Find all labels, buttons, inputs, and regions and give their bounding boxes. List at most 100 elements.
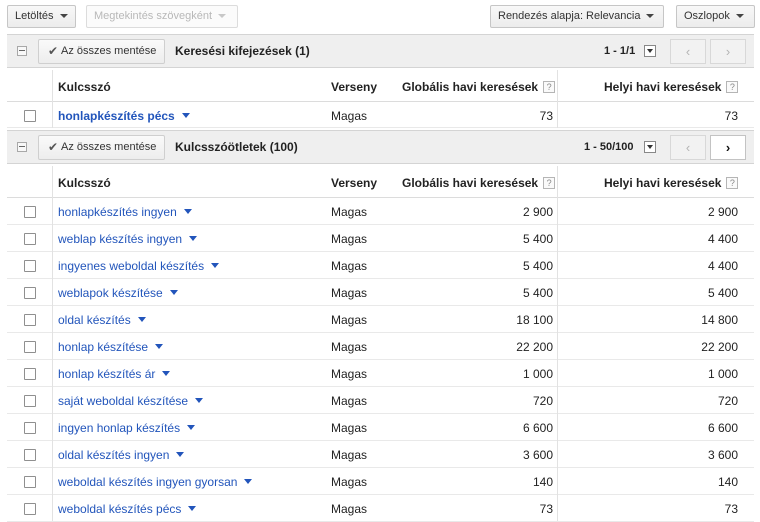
keyword-text: honlapkészítés ingyen [58, 205, 177, 219]
dropdown-arrow-icon[interactable] [187, 425, 196, 430]
pager-dropdown-icon[interactable] [644, 45, 656, 57]
column-header-local[interactable]: Helyi havi keresések? [604, 80, 739, 94]
view-as-text-button[interactable]: Megtekintés szövegként [86, 5, 238, 28]
competition-value: Magas [331, 448, 368, 462]
help-icon[interactable]: ? [726, 177, 739, 189]
help-icon[interactable]: ? [543, 81, 556, 93]
pager-range: 1 - 1/1 [604, 45, 636, 57]
competition-value: Magas [331, 394, 368, 408]
global-searches-value: 1 000 [522, 367, 553, 381]
row-checkbox[interactable] [24, 503, 36, 515]
keyword-link[interactable]: weblap készítés ingyen [58, 232, 198, 246]
global-searches-value: 6 600 [522, 421, 553, 435]
column-header-global[interactable]: Globális havi keresések? [402, 80, 556, 94]
column-header-global[interactable]: Globális havi keresések? [402, 176, 556, 190]
table-row: ingyenes weboldal készítés Magas 5 400 4 40… [7, 252, 754, 279]
row-checkbox[interactable] [24, 206, 36, 218]
help-icon[interactable]: ? [543, 177, 556, 189]
columns-dropdown[interactable]: Oszlopok [676, 5, 755, 28]
column-header-local[interactable]: Helyi havi keresések? [604, 176, 739, 190]
keyword-link[interactable]: ingyenes weboldal készítés [58, 259, 220, 273]
keyword-text: honlap készítése [58, 340, 149, 354]
column-header-competition[interactable]: Verseny [331, 176, 377, 190]
save-all-button[interactable]: ✔ Az összes mentése [38, 135, 165, 160]
table-row: weblap készítés ingyen Magas 5 400 4 400 [7, 225, 754, 252]
row-checkbox[interactable] [24, 260, 36, 272]
keyword-link[interactable]: saját weboldal készítése [58, 394, 204, 408]
global-searches-value: 22 200 [516, 340, 553, 354]
global-searches-value: 140 [532, 475, 553, 489]
download-label: Letöltés [15, 10, 54, 22]
save-all-button[interactable]: ✔ Az összes mentése [38, 39, 165, 64]
dropdown-arrow-icon[interactable] [188, 506, 197, 511]
dropdown-arrow-icon[interactable] [183, 209, 192, 214]
local-searches-value: 6 600 [707, 421, 738, 435]
chevron-left-icon: ‹ [685, 44, 691, 59]
local-searches-value: 2 900 [707, 205, 738, 219]
dropdown-arrow-icon[interactable] [189, 236, 198, 241]
row-checkbox[interactable] [24, 368, 36, 380]
section-title: Kulcsszóötletek (100) [175, 140, 298, 154]
keyword-text: oldal készítés [58, 313, 131, 327]
dropdown-arrow-icon[interactable] [155, 344, 164, 349]
column-header-local-label: Helyi havi keresések [604, 176, 722, 190]
global-searches-value: 18 100 [516, 313, 553, 327]
dropdown-arrow-icon[interactable] [244, 479, 253, 484]
dropdown-arrow-icon[interactable] [181, 113, 190, 118]
checkmark-icon: ✔ [48, 44, 59, 58]
row-checkbox[interactable] [24, 476, 36, 488]
dropdown-arrow-icon[interactable] [211, 263, 220, 268]
next-page-button[interactable]: › [710, 135, 746, 160]
row-checkbox[interactable] [24, 314, 36, 326]
keyword-link[interactable]: weboldal készítés ingyen gyorsan [58, 475, 253, 489]
pager-range: 1 - 50/100 [584, 141, 634, 153]
keyword-link[interactable]: honlap készítés ár [58, 367, 171, 381]
keyword-link[interactable]: weboldal készítés pécs [58, 502, 197, 516]
row-checkbox[interactable] [24, 395, 36, 407]
table-row: honlapkészítés pécs Magas 73 73 [7, 102, 754, 128]
local-searches-value: 4 400 [707, 232, 738, 246]
keyword-link[interactable]: ingyen honlap készítés [58, 421, 196, 435]
row-checkbox[interactable] [24, 341, 36, 353]
collapse-icon[interactable] [17, 142, 27, 152]
column-divider [52, 166, 53, 521]
sort-dropdown[interactable]: Rendezés alapja: Relevancia [490, 5, 664, 28]
help-icon[interactable]: ? [726, 81, 739, 93]
row-checkbox[interactable] [24, 287, 36, 299]
row-checkbox[interactable] [24, 233, 36, 245]
global-searches-value: 5 400 [522, 286, 553, 300]
keyword-text: weblap készítés ingyen [58, 232, 183, 246]
next-page-button[interactable]: › [710, 39, 746, 64]
ideas-section-bar: ✔ Az összes mentése Kulcsszóötletek (100… [7, 130, 754, 164]
dropdown-arrow-icon[interactable] [162, 371, 171, 376]
prev-page-button[interactable]: ‹ [670, 39, 706, 64]
prev-page-button[interactable]: ‹ [670, 135, 706, 160]
keyword-link[interactable]: oldal készítés ingyen [58, 448, 185, 462]
competition-value: Magas [331, 340, 368, 354]
dropdown-arrow-icon[interactable] [137, 317, 146, 322]
column-header-keyword[interactable]: Kulcsszó [58, 176, 111, 190]
collapse-icon[interactable] [17, 46, 27, 56]
row-checkbox[interactable] [24, 422, 36, 434]
dropdown-arrow-icon[interactable] [176, 452, 185, 457]
keyword-link[interactable]: honlapkészítés ingyen [58, 205, 192, 219]
keyword-link[interactable]: oldal készítés [58, 313, 146, 327]
local-searches-value: 3 600 [707, 448, 738, 462]
local-searches-value: 140 [717, 475, 738, 489]
dropdown-arrow-icon[interactable] [169, 290, 178, 295]
column-header-competition[interactable]: Verseny [331, 80, 377, 94]
local-searches-value: 73 [724, 502, 738, 516]
keyword-link[interactable]: honlapkészítés pécs [58, 109, 190, 123]
global-searches-value: 73 [539, 109, 553, 123]
pager-dropdown-icon[interactable] [644, 141, 656, 153]
column-header-keyword[interactable]: Kulcsszó [58, 80, 111, 94]
keyword-text: honlap készítés ár [58, 367, 156, 381]
row-checkbox[interactable] [24, 449, 36, 461]
keyword-link[interactable]: weblapok készítése [58, 286, 178, 300]
global-searches-value: 5 400 [522, 259, 553, 273]
dropdown-arrow-icon[interactable] [195, 398, 204, 403]
keyword-link[interactable]: honlap készítése [58, 340, 164, 354]
keyword-text: weboldal készítés pécs [58, 502, 182, 516]
download-button[interactable]: Letöltés [7, 5, 76, 28]
row-checkbox[interactable] [24, 110, 36, 122]
